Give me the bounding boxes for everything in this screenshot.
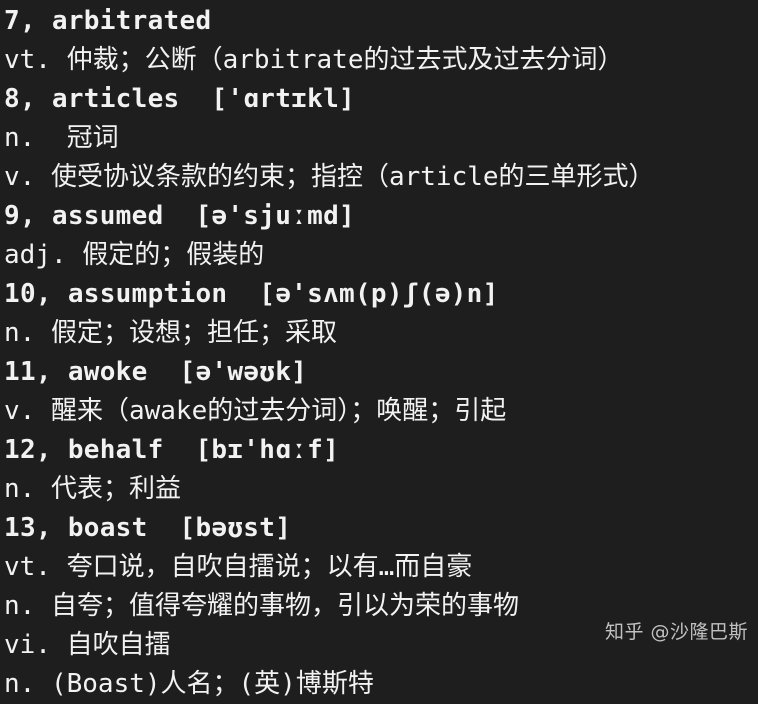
vocabulary-line: n. 假定；设想；担任；采取: [4, 318, 337, 348]
vocabulary-line: adj. 假定的；假装的: [4, 240, 265, 270]
vocabulary-line: n. (Boast)人名；(英)博斯特: [4, 669, 374, 699]
vocabulary-line: 7, arbitrated: [4, 6, 212, 36]
vocabulary-list-page: 7, arbitrated vt. 仲裁；公断（arbitrate的过去式及过去…: [0, 0, 758, 699]
vocabulary-line: v. 醒来（awake的过去分词）；唤醒；引起: [4, 396, 507, 426]
vocabulary-line: 11, awoke [ə'wəʊk]: [4, 357, 308, 387]
vocabulary-line: vt. 仲裁；公断（arbitrate的过去式及过去分词）: [4, 45, 624, 75]
vocabulary-line: 9, assumed [ə'sjuːmd]: [4, 201, 355, 231]
vocabulary-line: vt. 夸口说，自吹自擂说；以有…而自豪: [4, 552, 473, 582]
vocabulary-line: 8, articles ['ɑrtɪkl]: [4, 84, 355, 114]
vocabulary-line: n. 代表；利益: [4, 474, 181, 504]
vocabulary-line: 10, assumption [ə'sʌm(p)ʃ(ə)n]: [4, 279, 499, 309]
vocabulary-line: 13, boast [bəʊst]: [4, 513, 292, 543]
vocabulary-line: v. 使受协议条款的约束；指控（article的三单形式）: [4, 162, 655, 192]
vocabulary-lines: 7, arbitrated vt. 仲裁；公断（arbitrate的过去式及过去…: [4, 2, 758, 704]
watermark: 知乎 @沙隆巴斯: [604, 621, 748, 643]
vocabulary-line: n. 冠词: [4, 123, 119, 153]
vocabulary-line: 12, behalf [bɪ'hɑːf]: [4, 435, 340, 465]
